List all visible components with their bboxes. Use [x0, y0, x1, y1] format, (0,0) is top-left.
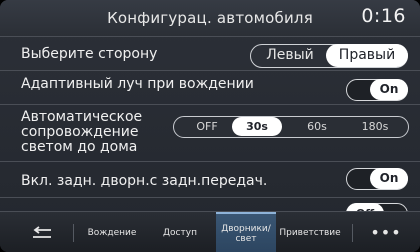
row-adaptive-beam: Адаптивный луч при вождении On: [0, 70, 420, 104]
rear-wiper-label: Вкл. задн. дворн.с задн.передач.: [21, 173, 268, 189]
adaptive-beam-toggle[interactable]: On: [346, 79, 408, 101]
adaptive-beam-toggle-value: On: [370, 79, 408, 100]
row-side-select: Выберите сторону Левый Правый: [0, 36, 420, 70]
bottom-nav: Вождение Доступ Дворники/ свет Приветств…: [0, 211, 420, 252]
duration-option-60s[interactable]: 60s: [292, 117, 342, 136]
clock: 0:16: [361, 5, 406, 27]
partial-toggle-value: Off: [346, 203, 384, 211]
follow-home-label: Автоматическое сопровождение светом до д…: [21, 110, 142, 155]
nav-divider: [352, 224, 353, 242]
nav-tab-wipers-lights[interactable]: Дворники/ свет: [216, 212, 276, 252]
rear-wiper-toggle-value: On: [370, 168, 408, 189]
nav-tab-welcome[interactable]: Приветствие: [278, 212, 342, 252]
nav-tab-driving[interactable]: Вождение: [82, 212, 142, 252]
page-title: Конфигурац. автомобиля: [107, 9, 313, 27]
side-select-label: Выберите сторону: [21, 46, 158, 62]
nav-tab-access[interactable]: Доступ: [152, 212, 208, 252]
partial-toggle[interactable]: Off: [346, 203, 408, 211]
row-follow-home: Автоматическое сопровождение светом до д…: [0, 104, 420, 161]
row-partial: Off: [0, 197, 420, 211]
duration-option-30s[interactable]: 30s: [232, 117, 282, 136]
more-options-button[interactable]: •••: [362, 212, 410, 252]
nav-divider: [73, 224, 74, 242]
side-option-right[interactable]: Правый: [326, 44, 408, 67]
vehicle-settings-screen: Конфигурац. автомобиля 0:16 Выберите сто…: [0, 0, 420, 252]
duration-option-180s[interactable]: 180s: [350, 117, 400, 136]
back-button[interactable]: [22, 212, 62, 252]
follow-home-label-line-3: светом до дома: [21, 139, 138, 155]
header-bar: Конфигурац. автомобиля 0:16: [0, 0, 420, 36]
follow-home-label-line-2: сопровождение: [21, 124, 139, 140]
rear-wiper-toggle[interactable]: On: [346, 168, 408, 190]
adaptive-beam-label: Адаптивный луч при вождении: [21, 76, 254, 92]
follow-home-label-line-1: Автоматическое: [21, 109, 143, 125]
duration-option-off[interactable]: OFF: [182, 117, 232, 136]
follow-home-duration-control[interactable]: OFF 30s 60s 180s: [173, 116, 409, 138]
side-option-left[interactable]: Левый: [259, 45, 321, 66]
row-rear-wiper: Вкл. задн. дворн.с задн.передач. On: [0, 161, 420, 197]
side-segmented-control[interactable]: Левый Правый: [250, 44, 408, 68]
back-arrow-icon: [33, 225, 51, 238]
